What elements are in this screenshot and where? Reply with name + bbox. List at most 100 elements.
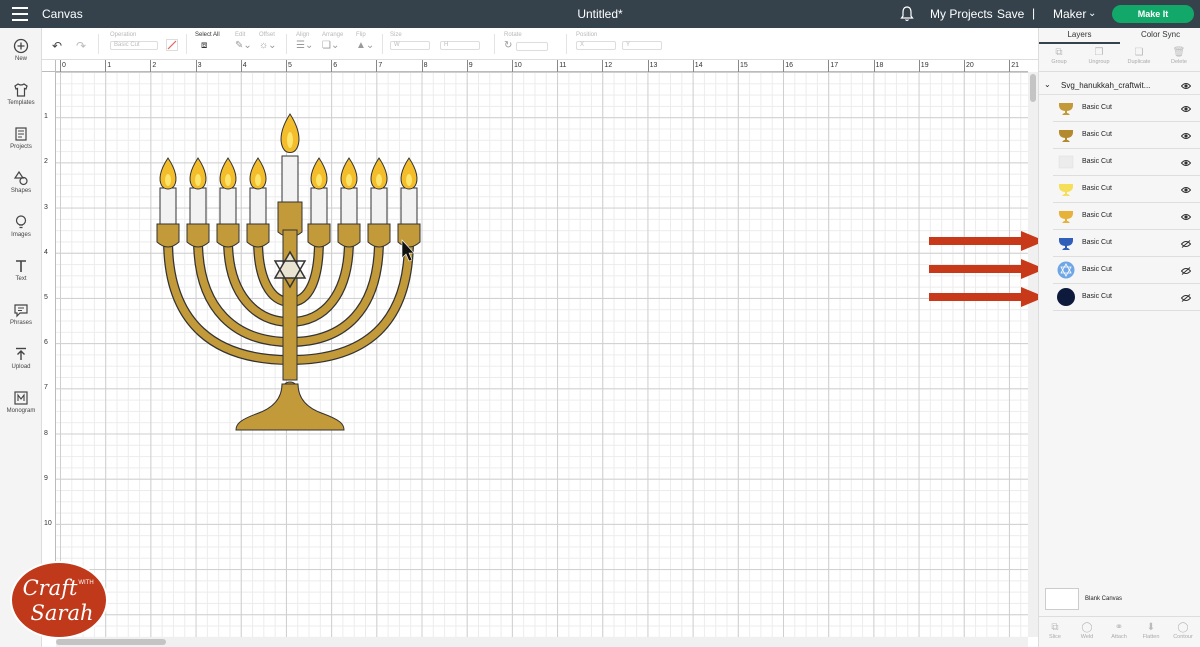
ruler-tick-label: 0 bbox=[62, 62, 66, 69]
eye-icon[interactable] bbox=[1181, 213, 1191, 221]
sidebar-item-text[interactable]: Text bbox=[0, 258, 42, 282]
align-label: Align bbox=[296, 32, 310, 38]
ruler-tick bbox=[647, 60, 649, 72]
sidebar-item-phrases[interactable]: Phrases bbox=[0, 302, 42, 326]
save-button[interactable]: Save bbox=[997, 7, 1024, 21]
rotate-input[interactable] bbox=[516, 41, 549, 51]
ruler-tick bbox=[873, 60, 875, 72]
menorah-design[interactable] bbox=[156, 110, 426, 440]
layer-thumbnail bbox=[1059, 184, 1073, 196]
layer-thumbnail bbox=[1059, 130, 1073, 142]
tab-color-sync[interactable]: Color Sync bbox=[1120, 28, 1200, 44]
logo-craft-text: Craft bbox=[23, 576, 78, 600]
select-all-button[interactable]: Select All ⧈ bbox=[195, 32, 220, 51]
arrange-label: Arrange bbox=[322, 32, 344, 38]
layer-row[interactable]: Basic Cut bbox=[1053, 203, 1200, 230]
contour-icon: ◯ bbox=[1177, 622, 1189, 633]
align-button[interactable]: Align ☰⌄ bbox=[296, 32, 313, 51]
duplicate-button[interactable]: ❏ Duplicate bbox=[1119, 47, 1159, 65]
width-input[interactable]: W bbox=[390, 41, 430, 50]
blank-canvas-row[interactable]: Blank Canvas bbox=[1045, 588, 1195, 612]
ungroup-button[interactable]: ❐ Ungroup bbox=[1079, 47, 1119, 65]
red-arrow-annotation bbox=[929, 231, 1045, 251]
eye-icon[interactable] bbox=[1181, 132, 1191, 140]
chevron-down-icon[interactable]: ⌄ bbox=[1044, 80, 1051, 89]
layers-panel: Layers Color Sync ⧉ Group ❐ Ungroup ❏ Dupli… bbox=[1038, 28, 1200, 647]
vertical-ruler: 1234567891011 bbox=[42, 72, 56, 637]
layer-row[interactable]: Basic Cut bbox=[1053, 176, 1200, 203]
chevron-down-icon[interactable]: ⌄ bbox=[1088, 8, 1096, 19]
delete-button[interactable]: 🗑 Delete bbox=[1159, 47, 1199, 65]
eye-hidden-icon[interactable] bbox=[1181, 294, 1191, 302]
sidebar-item-label: Images bbox=[11, 232, 31, 238]
ruler-tick-label: 11 bbox=[559, 62, 567, 69]
position-y-input[interactable]: Y bbox=[622, 41, 662, 50]
layer-thumbnail bbox=[1059, 211, 1073, 223]
sidebar-item-monogram[interactable]: Monogram bbox=[0, 390, 42, 414]
eye-icon[interactable] bbox=[1181, 105, 1191, 113]
eye-icon[interactable] bbox=[1181, 186, 1191, 194]
machine-selector[interactable]: Maker bbox=[1053, 7, 1086, 21]
horizontal-scrollbar[interactable] bbox=[56, 637, 1028, 647]
bell-icon[interactable] bbox=[900, 6, 914, 22]
ruler-tick-label: 3 bbox=[197, 62, 202, 69]
red-arrow-annotation bbox=[929, 287, 1045, 307]
make-it-button[interactable]: Make It bbox=[1112, 5, 1194, 23]
sidebar-item-upload[interactable]: Upload bbox=[0, 346, 42, 370]
linetype-color-swatch[interactable] bbox=[166, 38, 178, 56]
undo-icon[interactable]: ↶ bbox=[52, 37, 62, 55]
sidebar-item-templates[interactable]: Templates bbox=[0, 82, 42, 106]
ruler-tick bbox=[692, 60, 694, 72]
eye-icon[interactable] bbox=[1181, 159, 1191, 167]
design-space-app: Canvas Untitled* My Projects Save | Make… bbox=[0, 0, 1200, 647]
arrange-button[interactable]: Arrange ❏⌄ bbox=[322, 32, 343, 51]
attach-button[interactable]: ⚭ Attach bbox=[1103, 622, 1135, 640]
eye-hidden-icon[interactable] bbox=[1181, 240, 1191, 248]
height-input[interactable]: H bbox=[440, 41, 480, 50]
my-projects-link[interactable]: My Projects bbox=[930, 7, 993, 21]
flip-icon: ▲⌄ bbox=[356, 40, 375, 51]
offset-icon: ☼⌄ bbox=[259, 40, 277, 51]
ruler-tick-label: 15 bbox=[740, 62, 748, 69]
slice-icon: ⧉ bbox=[1051, 622, 1059, 633]
redo-icon[interactable]: ↷ bbox=[76, 37, 86, 55]
edit-button[interactable]: Edit ✎⌄ bbox=[235, 32, 252, 51]
contour-button[interactable]: ◯ Contour bbox=[1167, 622, 1199, 640]
operation-value: Basic Cut bbox=[110, 41, 158, 50]
ruler-tick-label: 10 bbox=[514, 62, 522, 69]
sidebar-item-images[interactable]: Images bbox=[0, 214, 42, 238]
vertical-scrollbar[interactable] bbox=[1028, 72, 1038, 637]
ruler-tick bbox=[602, 60, 604, 72]
sidebar-item-shapes[interactable]: Shapes bbox=[0, 170, 42, 194]
position-x-input[interactable]: X bbox=[576, 41, 616, 50]
pencil-icon: ✎⌄ bbox=[235, 40, 252, 51]
duplicate-icon: ❏ bbox=[1134, 47, 1144, 58]
design-canvas[interactable] bbox=[56, 72, 1028, 637]
flip-button[interactable]: Flip ▲⌄ bbox=[356, 32, 374, 51]
layer-row[interactable]: Basic Cut bbox=[1053, 284, 1200, 311]
ruler-tick bbox=[512, 60, 513, 72]
layer-row[interactable]: Basic Cut bbox=[1053, 95, 1200, 122]
eye-icon[interactable] bbox=[1181, 82, 1191, 90]
sidebar-item-projects[interactable]: Projects bbox=[0, 126, 42, 150]
layer-group-row[interactable]: ⌄ Svg_hanukkah_craftwit... bbox=[1039, 77, 1200, 95]
weld-button[interactable]: ◯ Weld bbox=[1071, 622, 1103, 640]
position-controls: Position X Y bbox=[576, 32, 662, 50]
vertical-scroll-thumb[interactable] bbox=[1030, 74, 1036, 102]
ruler-tick-label: 20 bbox=[966, 62, 974, 69]
group-button[interactable]: ⧉ Group bbox=[1039, 47, 1079, 65]
eye-hidden-icon[interactable] bbox=[1181, 267, 1191, 275]
offset-button[interactable]: Offset ☼⌄ bbox=[259, 32, 277, 51]
hamburger-menu-icon[interactable] bbox=[12, 7, 28, 21]
layer-row[interactable]: Basic Cut bbox=[1053, 122, 1200, 149]
flatten-label: Flatten bbox=[1142, 634, 1160, 640]
flatten-button[interactable]: ⬇ Flatten bbox=[1135, 622, 1167, 640]
tab-layers[interactable]: Layers bbox=[1039, 28, 1120, 44]
layer-row[interactable]: Basic Cut bbox=[1053, 257, 1200, 284]
blank-canvas-swatch[interactable] bbox=[1045, 588, 1079, 610]
operation-select[interactable]: Operation Basic Cut bbox=[110, 32, 158, 50]
layer-row[interactable]: Basic Cut bbox=[1053, 230, 1200, 257]
layer-row[interactable]: Basic Cut bbox=[1053, 149, 1200, 176]
sidebar-item-new[interactable]: New bbox=[0, 38, 42, 62]
slice-button[interactable]: ⧉ Slice bbox=[1039, 622, 1071, 640]
